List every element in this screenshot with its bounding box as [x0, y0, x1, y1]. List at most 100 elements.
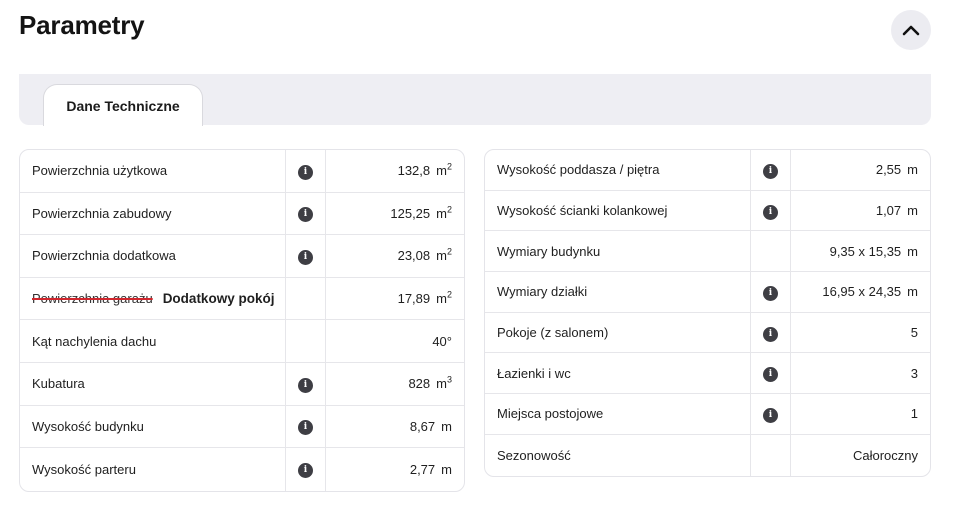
parameter-label-cell: Powierzchnia garażu Dodatkowy pokój [20, 278, 285, 321]
parameter-label-cell: Wymiary działki [485, 272, 750, 313]
parameter-value-cell: 1 [791, 394, 930, 435]
parameter-value-cell: 2,77 m [326, 448, 464, 491]
parameter-value: 125,25 [390, 205, 431, 221]
parameter-value: 23,08 [397, 248, 431, 264]
info-icon[interactable]: i [763, 204, 778, 220]
parameter-value: 2,55 [875, 162, 902, 178]
parameter-label: Powierzchnia użytkowa [32, 163, 168, 179]
parameter-label-cell: Wymiary budynku [485, 231, 750, 273]
parameter-unit: m [907, 203, 918, 218]
info-icon[interactable]: i [298, 249, 313, 265]
parameter-label-cell: Kąt nachylenia dachu [20, 320, 285, 363]
unit-symbol: m [441, 461, 452, 477]
parameter-label-cell: Miejsca postojowe [485, 394, 750, 435]
parameter-label: Miejsca postojowe [497, 406, 604, 422]
unit-symbol: m [907, 203, 918, 219]
parameter-row: Wymiary działki i 16,95 x 24,35 m [485, 272, 930, 313]
parameter-value-cell: 23,08 m2 [326, 235, 464, 278]
parameter-label-replacement: Dodatkowy pokój [162, 291, 275, 307]
info-cell [285, 277, 326, 321]
unit-symbol: m [436, 163, 447, 179]
info-cell: i [750, 394, 791, 435]
parameter-label: Powierzchnia dodatkowa [32, 248, 176, 264]
parameter-label-cell: Wysokość poddasza / piętra [485, 150, 750, 191]
parameter-label-cell: Powierzchnia dodatkowa [20, 235, 285, 278]
parameter-label: Pokoje (z salonem) [497, 325, 609, 341]
parameter-label-cell: Kubatura [20, 363, 285, 406]
parameter-row: Wysokość ścianki kolankowej i 1,07 m [485, 190, 930, 232]
parameter-value-cell: 40° [326, 320, 464, 363]
parameter-label-cell: Powierzchnia zabudowy [20, 193, 285, 236]
parameter-label-cell: Wysokość budynku [20, 406, 285, 449]
parameter-value: 16,95 x 24,35 [822, 284, 902, 300]
info-cell [285, 320, 326, 363]
parameter-row: Łazienki i wc i 3 [485, 353, 930, 395]
unit-symbol: m [907, 162, 918, 178]
parameter-row: Wysokość parteru i 2,77 m [20, 448, 464, 491]
parameter-value-cell: 132,8 m2 [326, 150, 464, 193]
unit-exponent: 2 [446, 161, 452, 172]
info-icon[interactable]: i [763, 285, 778, 301]
parameter-value-cell: 3 [791, 353, 930, 395]
unit-symbol: m [436, 376, 447, 392]
unit-symbol: m [436, 205, 447, 221]
info-cell: i [285, 362, 326, 406]
parameter-label: Wysokość parteru [32, 461, 136, 477]
unit-symbol: m [907, 284, 918, 300]
tab-dane-techniczne[interactable]: Dane Techniczne [43, 84, 203, 126]
info-cell: i [750, 353, 791, 395]
info-cell [750, 434, 791, 476]
parameter-row: Wymiary budynku 9,35 x 15,35 m [485, 231, 930, 273]
info-icon[interactable]: i [298, 164, 313, 180]
collapse-button[interactable] [891, 10, 931, 50]
parameter-label-cell: Sezonowość [485, 435, 750, 476]
unit-exponent: 3 [446, 374, 452, 385]
parameter-unit: m [907, 284, 918, 299]
parameter-value-cell: 2,55 m [791, 150, 930, 191]
unit-exponent: 2 [446, 204, 452, 215]
parameter-row: Powierzchnia dodatkowa i 23,08 m2 [20, 235, 464, 278]
info-cell: i [750, 272, 791, 313]
info-cell: i [750, 312, 791, 354]
parameter-label: Wymiary budynku [497, 243, 601, 259]
parameter-row: Sezonowość Całoroczny [485, 434, 930, 476]
parameter-value: 9,35 x 15,35 [829, 243, 902, 259]
parameter-value-cell: 1,07 m [791, 191, 930, 232]
parameter-value-cell: Całoroczny [791, 435, 930, 476]
parameter-value-cell: 5 [791, 313, 930, 354]
info-cell: i [285, 405, 326, 449]
unit-exponent: 2 [446, 247, 452, 258]
unit-symbol: m [436, 291, 447, 307]
parameter-row: Powierzchnia zabudowy i 125,25 m2 [20, 192, 464, 236]
parameter-unit: m2 [436, 161, 452, 179]
parameter-value: 1,07 [875, 203, 902, 219]
info-icon[interactable]: i [298, 377, 313, 393]
info-cell [750, 231, 791, 273]
parameter-row: Wysokość budynku i 8,67 m [20, 405, 464, 449]
info-icon[interactable]: i [298, 463, 313, 479]
parameter-label: Wysokość poddasza / piętra [497, 162, 660, 178]
info-icon[interactable]: i [763, 326, 778, 342]
info-icon[interactable]: i [763, 163, 778, 179]
parameter-value: 828 [408, 376, 431, 392]
info-icon[interactable]: i [298, 420, 313, 436]
parameter-label-cell: Wysokość parteru [20, 448, 285, 491]
unit-exponent: 2 [446, 289, 452, 300]
unit-symbol: m [441, 418, 452, 434]
parameter-label: Sezonowość [497, 447, 571, 463]
page-title: Parametry [19, 10, 145, 40]
parameter-unit: m2 [436, 289, 452, 307]
parameters-table-right: Wysokość poddasza / piętra i 2,55 m Wysokość… [484, 149, 931, 477]
parameter-unit: m [441, 462, 452, 477]
parameter-value-cell: 828 m3 [326, 363, 464, 406]
parameter-unit: m [907, 244, 918, 259]
info-cell: i [285, 150, 326, 193]
parameter-value: 3 [910, 365, 918, 381]
parameter-row: Powierzchnia użytkowa i 132,8 m2 [20, 150, 464, 193]
info-icon[interactable]: i [298, 207, 313, 223]
info-icon[interactable]: i [763, 407, 778, 423]
parameter-label: Wysokość budynku [32, 418, 144, 434]
parameter-value: 1 [910, 406, 918, 422]
info-icon[interactable]: i [763, 367, 778, 383]
parameter-value-cell: 125,25 m2 [326, 193, 464, 236]
